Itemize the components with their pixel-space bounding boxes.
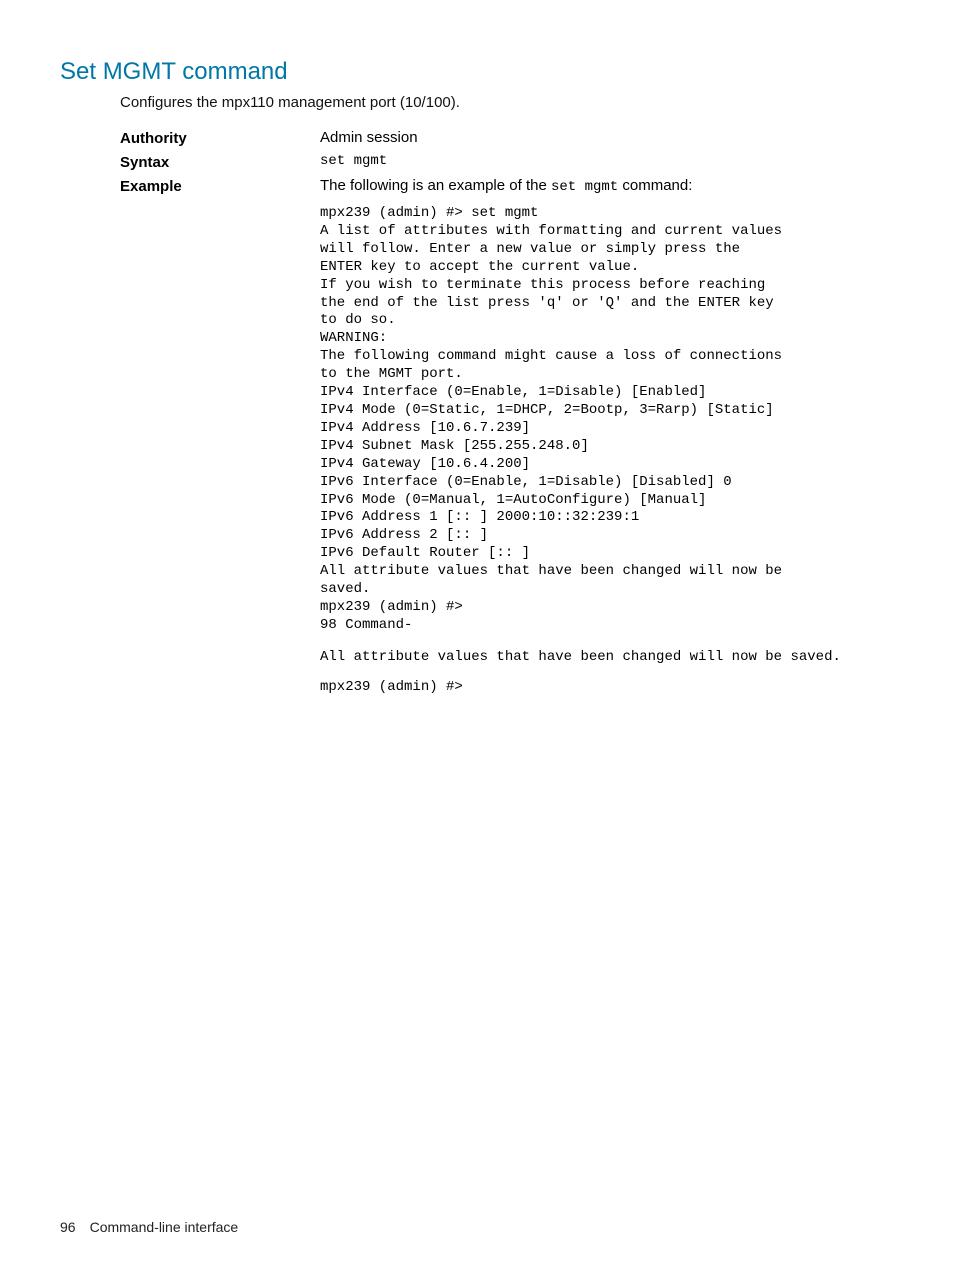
example-intro-post: command: [618,177,692,194]
example-code-block: mpx239 (admin) #> set mgmt A list of att… [320,205,894,635]
example-label: Example [120,177,320,195]
definitions: Authority Admin session Syntax set mgmt … [120,129,894,695]
example-body: The following is an example of the set m… [320,177,894,695]
authority-row: Authority Admin session [120,129,894,147]
example-after-text: All attribute values that have been chan… [320,649,894,667]
syntax-value: set mgmt [320,153,894,169]
example-intro-cmd: set mgmt [551,179,618,195]
page-content: Set MGMT command Configures the mpx110 m… [0,0,954,695]
example-row: Example The following is an example of t… [120,177,894,695]
syntax-row: Syntax set mgmt [120,153,894,171]
section-intro: Configures the mpx110 management port (1… [120,94,894,111]
example-after-prompt: mpx239 (admin) #> [320,679,894,695]
authority-value: Admin session [320,129,894,146]
page-footer: 96 Command-line interface [60,1219,238,1235]
authority-label: Authority [120,129,320,147]
syntax-label: Syntax [120,153,320,171]
page-number: 96 [60,1219,76,1235]
footer-section: Command-line interface [90,1219,239,1235]
example-intro-pre: The following is an example of the [320,177,551,194]
section-heading: Set MGMT command [60,58,894,86]
